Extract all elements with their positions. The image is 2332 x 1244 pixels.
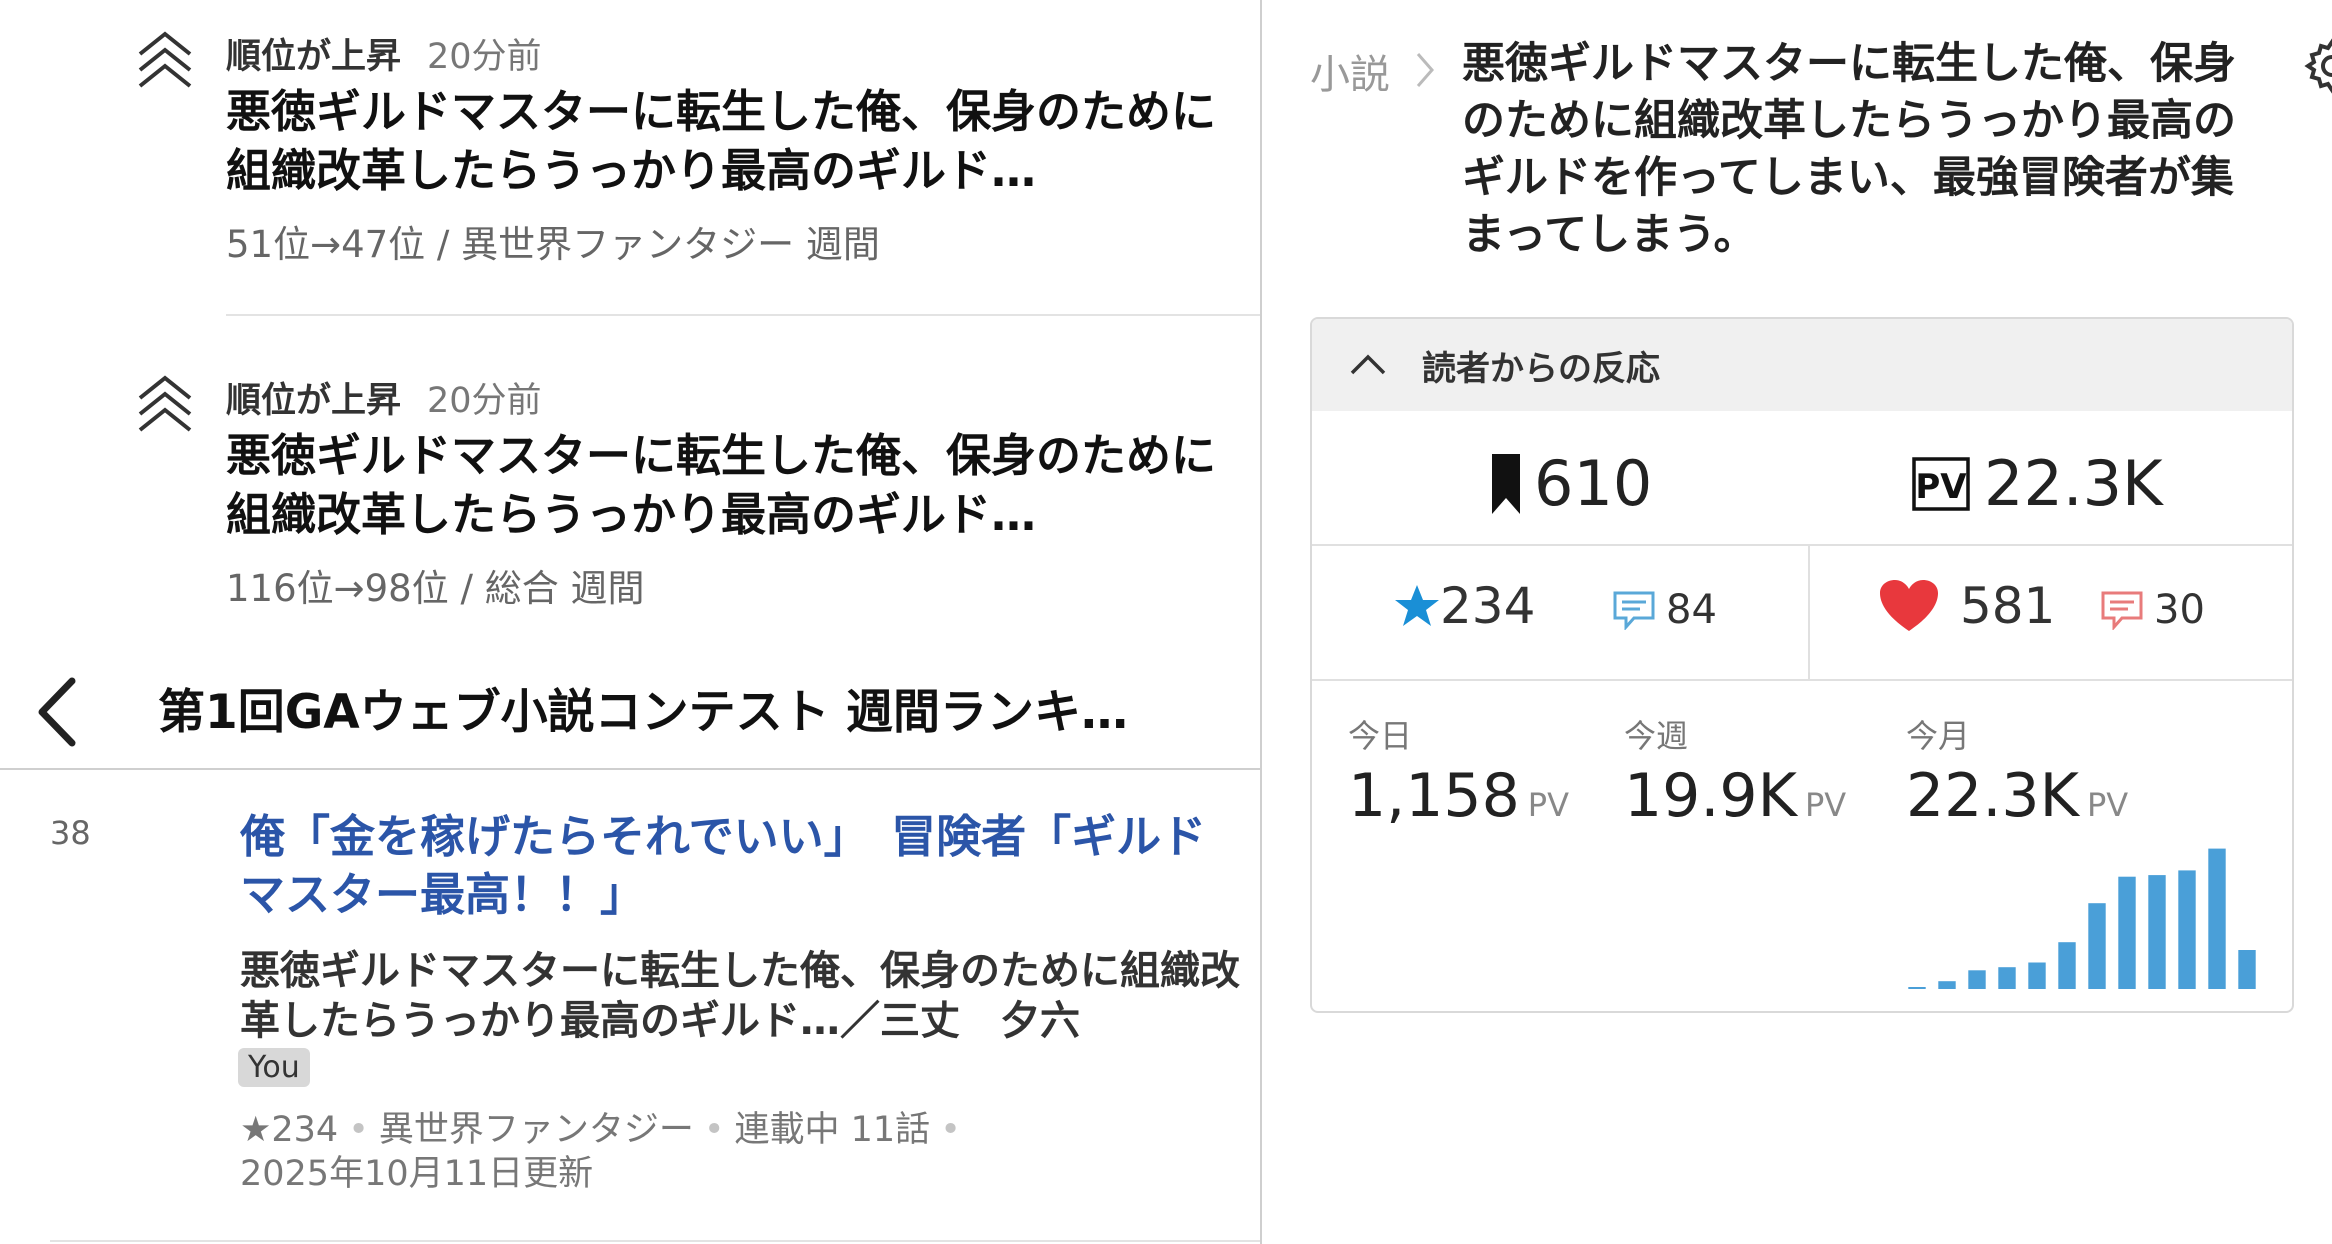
bookmark-icon <box>1492 453 1520 514</box>
pv-unit: PV <box>1527 786 1569 824</box>
you-badge: You <box>238 1048 310 1087</box>
contest-title: 第1回GAウェブ小説コンテスト 週間ランキ… <box>158 685 1129 740</box>
pv-month: 今月 22.3K PV <box>1906 711 2128 831</box>
pv-bar <box>1938 981 1956 989</box>
notification-kind: 順位が上昇 <box>226 381 402 421</box>
pv-today-value: 1,158 <box>1348 761 1520 831</box>
star-icon <box>1395 585 1439 626</box>
pv-week-label: 今週 <box>1624 717 1689 755</box>
notification-meta: 順位が上昇 20分前 <box>226 372 542 423</box>
notification-meta: 順位が上昇 20分前 <box>226 28 542 79</box>
pv-month-value: 22.3K <box>1906 761 2079 831</box>
rank-number: 38 <box>50 814 91 852</box>
notification-detail: 51位→47位 / 異世界ファンタジー 週間 <box>226 223 880 266</box>
notification-detail: 116位→98位 / 総合 週間 <box>226 567 645 610</box>
star-count: ★234 <box>240 1110 339 1150</box>
bookmark-stat: 610 <box>1492 447 1652 520</box>
work-catchphrase-link[interactable]: 俺「金を稼げたらそれでいい」 冒険者「ギルドマスター最高！！」 <box>240 808 1240 924</box>
pv-unit: PV <box>2086 786 2129 824</box>
pv-month-label: 今月 <box>1906 717 1971 755</box>
pv-bar <box>2178 870 2196 989</box>
pv-today-label: 今日 <box>1348 717 1413 755</box>
review-comment-icon <box>1613 591 1655 630</box>
comment-count: 30 <box>2154 587 2205 633</box>
serial-status: 連載中 11話 <box>734 1110 931 1150</box>
pv-bar <box>2028 962 2046 989</box>
comment-icon <box>2101 591 2143 630</box>
svg-text:PV: PV <box>1915 467 1967 507</box>
pv-icon: PV <box>1912 456 1970 511</box>
divider <box>1312 544 2292 546</box>
divider <box>226 314 1260 316</box>
ranking-notifications-panel: 順位が上昇 20分前 悪徳ギルドマスターに転生した俺、保身のために組織改革したらう… <box>0 0 1262 1244</box>
pv-bar <box>2088 903 2106 989</box>
pv-trend-chart <box>1908 848 2256 989</box>
heart-icon <box>1880 580 1938 631</box>
separator-dot: • <box>703 1110 725 1150</box>
notification-title: 悪徳ギルドマスターに転生した俺、保身のために組織改革したらうっかり最高のギルド… <box>226 85 1217 197</box>
chevron-right-icon <box>1416 53 1434 87</box>
star-count-value: 234 <box>1440 577 1536 635</box>
heart-count: 581 <box>1960 577 2056 635</box>
pv-bar <box>1968 970 1986 989</box>
chevron-up-icon <box>1350 354 1386 375</box>
work-meta: ★234 • 異世界ファンタジー • 連載中 11話 • 2025年10月11日更新 <box>240 1108 1240 1196</box>
rank-up-icon <box>138 31 192 88</box>
divider <box>50 1240 1260 1242</box>
pv-bar <box>1908 987 1926 989</box>
genre-label: 異世界ファンタジー <box>378 1110 694 1150</box>
notification-kind: 順位が上昇 <box>226 37 402 77</box>
pv-bar <box>1998 967 2016 989</box>
pv-total-value: 22.3K <box>1984 447 2163 520</box>
pv-bar <box>2058 942 2076 989</box>
ranking-entry[interactable]: 38 俺「金を稼げたらそれでいい」 冒険者「ギルドマスター最高！！」 悪徳ギルド… <box>0 790 1260 1244</box>
reactions-header[interactable]: 読者からの反応 <box>1312 319 2292 411</box>
divider <box>1808 546 1810 679</box>
contest-header: 第1回GAウェブ小説コンテスト 週間ランキ… <box>0 655 1260 767</box>
star-stat: 234 <box>1394 577 1535 635</box>
back-chevron-icon[interactable] <box>22 667 92 757</box>
reader-reactions-card: 読者からの反応 610 PV 22.3K 234 84 581 30 今日 1,… <box>1310 317 2294 1013</box>
updated-date: 2025年10月11日更新 <box>240 1154 594 1194</box>
rank-up-icon <box>138 375 192 432</box>
pv-bar <box>2208 848 2226 989</box>
notification-time: 20分前 <box>427 37 542 77</box>
pv-unit: PV <box>1804 786 1847 824</box>
heart-stat: 581 <box>1878 577 2055 635</box>
pv-week: 今週 19.9K PV <box>1624 711 1846 831</box>
divider <box>1312 679 2292 681</box>
separator-dot: • <box>940 1110 961 1150</box>
reactions-title: 読者からの反応 <box>1422 349 1660 389</box>
separator-dot: • <box>348 1110 369 1150</box>
pv-total-stat: PV 22.3K <box>1912 447 2163 520</box>
work-detail-panel: 小説 悪徳ギルドマスターに転生した俺、保身のために組織改革したらうっかり最高のギ… <box>1262 0 2332 1244</box>
notification-title: 悪徳ギルドマスターに転生した俺、保身のために組織改革したらうっかり最高のギルド… <box>226 429 1217 541</box>
pv-bar <box>2118 876 2136 989</box>
pv-week-value: 19.9K <box>1624 761 1797 831</box>
pv-bar <box>2148 875 2166 989</box>
breadcrumb-novel-link[interactable]: 小説 <box>1310 42 1390 100</box>
gear-icon[interactable] <box>2302 36 2332 96</box>
comment-stat: 30 <box>2100 587 2205 633</box>
review-stat: 84 <box>1612 587 1717 633</box>
pv-today: 今日 1,158 PV <box>1348 711 1569 831</box>
novel-title: 悪徳ギルドマスターに転生した俺、保身のために組織改革したらうっかり最高のギルドを… <box>1462 39 2236 260</box>
pv-bar <box>2238 950 2256 989</box>
divider <box>0 768 1260 770</box>
bookmark-count: 610 <box>1534 447 1653 520</box>
review-count: 84 <box>1666 587 1717 633</box>
work-description: 悪徳ギルドマスターに転生した俺、保身のために組織改革したらうっかり最高のギルド…… <box>240 948 1240 1044</box>
notification-time: 20分前 <box>427 381 542 421</box>
